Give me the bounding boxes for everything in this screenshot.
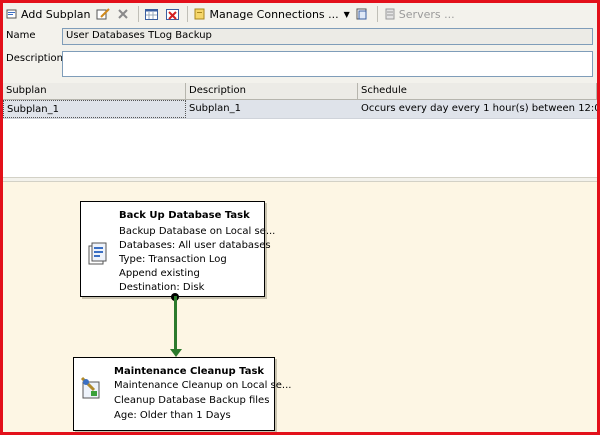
manage-connections-label: Manage Connections ... <box>209 7 339 21</box>
backup-database-icon <box>87 242 109 269</box>
task-detail: Backup Database on Local se... <box>119 226 276 237</box>
toolbar: Add Subplan Manage Connections ... ▼ Ser… <box>3 3 597 26</box>
grid-header: Subplan Description Schedule <box>3 83 597 100</box>
servers-button[interactable]: Servers ... <box>381 4 458 24</box>
task-detail: Databases: All user databases <box>119 240 271 251</box>
cell-description[interactable]: Subplan_1 <box>186 100 358 118</box>
name-label: Name <box>6 30 36 41</box>
description-label: Description <box>6 53 63 64</box>
designer-canvas[interactable]: Back Up Database Task Backup Database on… <box>3 182 597 432</box>
task-detail: Destination: Disk <box>119 282 205 293</box>
task-detail: Cleanup Database Backup files <box>114 395 270 406</box>
name-field[interactable]: User Databases TLog Backup <box>62 28 593 45</box>
edit-icon <box>96 8 111 20</box>
cell-schedule[interactable]: Occurs every day every 1 hour(s) between… <box>358 100 597 118</box>
precedence-connector[interactable] <box>174 296 177 350</box>
remove-schedule-icon <box>166 8 180 20</box>
description-field[interactable] <box>62 51 593 77</box>
task-detail: Type: Transaction Log <box>119 254 227 265</box>
toolbar-separator <box>187 6 189 22</box>
calendar-icon <box>145 8 159 20</box>
subplan-schedule-button[interactable] <box>142 4 163 24</box>
task-title: Back Up Database Task <box>119 210 250 221</box>
task-detail: Maintenance Cleanup on Local se... <box>114 380 292 391</box>
report-icon <box>356 8 368 20</box>
add-subplan-label: Add Subplan <box>21 7 91 21</box>
remove-schedule-button[interactable] <box>163 4 184 24</box>
connections-icon <box>194 8 206 20</box>
delete-subplan-button[interactable] <box>114 4 135 24</box>
column-header-subplan[interactable]: Subplan <box>3 83 186 99</box>
add-subplan-button[interactable]: Add Subplan <box>3 4 93 24</box>
delete-icon <box>117 8 129 20</box>
column-header-schedule[interactable]: Schedule <box>358 83 597 99</box>
column-header-description[interactable]: Description <box>186 83 358 99</box>
task-title: Maintenance Cleanup Task <box>114 366 265 377</box>
table-row[interactable]: Subplan_1 Subplan_1 Occurs every day eve… <box>3 100 597 119</box>
subplan-grid: Subplan Description Schedule Subplan_1 S… <box>3 83 597 177</box>
plan-properties: Name User Databases TLog Backup Descript… <box>3 25 597 83</box>
task-detail: Age: Older than 1 Days <box>114 410 231 421</box>
servers-label: Servers ... <box>398 7 455 21</box>
server-icon <box>384 8 396 20</box>
precedence-arrow-icon <box>170 349 182 357</box>
cleanup-icon <box>80 376 102 403</box>
toolbar-separator <box>376 6 378 22</box>
chevron-down-icon[interactable]: ▼ <box>344 10 350 19</box>
task-detail: Append existing <box>119 268 200 279</box>
backup-database-task[interactable]: Back Up Database Task Backup Database on… <box>80 201 275 297</box>
manage-connections-button[interactable]: Manage Connections ... ▼ <box>191 4 352 24</box>
reporting-logging-button[interactable] <box>353 4 374 24</box>
toolbar-separator <box>138 6 140 22</box>
cell-subplan[interactable]: Subplan_1 <box>3 100 186 118</box>
edit-subplan-button[interactable] <box>93 4 114 24</box>
maintenance-cleanup-task[interactable]: Maintenance Cleanup Task Maintenance Cle… <box>73 357 291 431</box>
add-subplan-icon <box>6 8 18 20</box>
